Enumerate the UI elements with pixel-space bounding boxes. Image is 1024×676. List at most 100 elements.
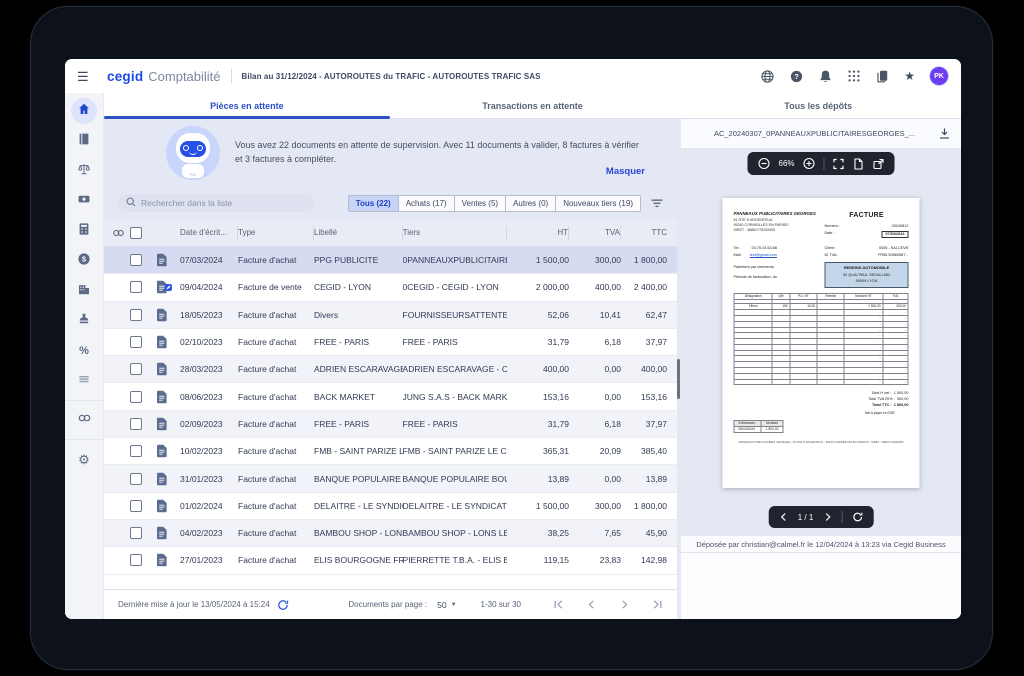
row-checkbox[interactable] xyxy=(130,445,142,457)
sidebar-item-payments[interactable] xyxy=(71,188,97,214)
table-row[interactable]: 18/05/2023Facture d'achatDiversFOURNISSE… xyxy=(104,302,677,329)
column-libelle[interactable]: Libellé xyxy=(314,226,403,240)
sidebar-item-balance[interactable] xyxy=(71,158,97,184)
invoice-preview[interactable]: PANNEAUX PUBLICITAIRES GEORGES 61 RTE D … xyxy=(723,198,920,488)
sidebar-item-home[interactable] xyxy=(71,98,97,124)
last-page-button[interactable] xyxy=(652,599,663,610)
column-ttc[interactable]: TTC xyxy=(621,226,677,240)
row-checkbox[interactable] xyxy=(130,554,142,566)
row-type: Facture d'achat xyxy=(238,310,314,320)
table-row[interactable]: 02/09/2023Facture d'achatFREE - PARISFRE… xyxy=(104,411,677,438)
row-checkbox[interactable] xyxy=(130,527,142,539)
help-icon[interactable]: ? xyxy=(789,69,804,84)
next-page-button[interactable] xyxy=(619,599,630,610)
row-checkbox[interactable] xyxy=(130,391,142,403)
invoice-company: PANNEAUX PUBLICITAIRES GEORGES xyxy=(734,211,816,218)
zoom-out-icon[interactable] xyxy=(757,157,770,170)
column-ht[interactable]: HT xyxy=(507,226,569,240)
column-date[interactable]: Date d'écrit... xyxy=(180,226,238,240)
row-type: Facture d'achat xyxy=(238,501,314,511)
filter-chip[interactable]: Tous (22) xyxy=(348,195,399,212)
library-icon[interactable] xyxy=(875,69,890,84)
rotate-icon[interactable] xyxy=(851,511,863,523)
refresh-icon[interactable] xyxy=(277,599,289,611)
sidebar-item-rates[interactable]: % xyxy=(71,338,97,364)
table-row[interactable]: 04/02/2023Facture d'achatBAMBOU SHOP - L… xyxy=(104,520,677,547)
row-checkbox[interactable] xyxy=(130,336,142,348)
tab-pieces-en-attente[interactable]: Pièces en attente xyxy=(104,93,390,118)
row-libelle: BACK MARKET xyxy=(314,392,403,402)
zoom-toolbar: 66% xyxy=(747,152,894,175)
favorites-star-icon[interactable]: ★ xyxy=(904,70,915,82)
filter-row: Tous (22)Achats (17)Ventes (5)Autres (0)… xyxy=(104,187,677,219)
edit-badge-icon xyxy=(165,284,172,291)
filter-chip[interactable]: Autres (0) xyxy=(505,195,556,212)
sidebar-divider xyxy=(65,400,104,401)
tab-transactions-en-attente[interactable]: Transactions en attente xyxy=(390,93,676,118)
row-type: Facture d'achat xyxy=(238,255,314,265)
table-row[interactable]: 09/04/2024Facture de venteCEGID - LYON0C… xyxy=(104,274,677,301)
table-row[interactable]: 07/03/2024Facture d'achatPPG PUBLICITE0P… xyxy=(104,247,677,274)
sidebar-item-company[interactable] xyxy=(71,278,97,304)
select-all-checkbox[interactable] xyxy=(130,227,142,239)
sidebar-item-list[interactable] xyxy=(71,368,97,394)
column-tiers[interactable]: Tiers xyxy=(403,226,507,240)
link-column-icon xyxy=(112,228,130,238)
table-row[interactable]: 31/01/2023Facture d'achatBANQUE POPULAIR… xyxy=(104,465,677,492)
row-checkbox[interactable] xyxy=(130,500,142,512)
column-tva[interactable]: TVA xyxy=(569,226,621,240)
user-avatar[interactable]: PK xyxy=(929,66,949,86)
product-name: Comptabilité xyxy=(148,69,220,84)
table-row[interactable]: 01/02/2024Facture d'achatDELAITRE - LE S… xyxy=(104,493,677,520)
sidebar-item-links[interactable] xyxy=(71,407,97,433)
sidebar-item-stamp[interactable] xyxy=(71,308,97,334)
table-row[interactable]: 08/06/2023Facture d'achatBACK MARKETJUNG… xyxy=(104,383,677,410)
sidebar-item-settings[interactable]: ⚙ xyxy=(71,446,97,472)
sidebar-item-currency[interactable]: $ xyxy=(71,248,97,274)
row-ttc: 1 800,00 xyxy=(621,255,677,265)
prev-page-button[interactable] xyxy=(586,599,597,610)
zoom-in-icon[interactable] xyxy=(803,157,816,170)
document-page-icon[interactable] xyxy=(853,158,865,170)
row-checkbox[interactable] xyxy=(130,281,142,293)
fullscreen-icon[interactable] xyxy=(833,158,845,170)
row-checkbox[interactable] xyxy=(130,254,142,266)
search-box[interactable] xyxy=(118,194,314,212)
table-row[interactable]: 02/10/2023Facture d'achatFREE - PARISFRE… xyxy=(104,329,677,356)
table-row[interactable]: 28/03/2023Facture d'achatADRIEN ESCARAVA… xyxy=(104,356,677,383)
sidebar-item-calculator[interactable] xyxy=(71,218,97,244)
apps-grid-icon[interactable] xyxy=(847,69,861,83)
table-header: Date d'écrit... Type Libellé Tiers HT TV… xyxy=(104,219,677,247)
row-tiers: FREE - PARIS xyxy=(403,419,507,429)
hide-banner-link[interactable]: Masquer xyxy=(606,166,645,177)
row-checkbox[interactable] xyxy=(130,363,142,375)
first-page-button[interactable] xyxy=(553,599,564,610)
table-row[interactable]: 27/01/2023Facture d'achatELIS BOURGOGNE … xyxy=(104,547,677,574)
document-icon xyxy=(156,444,180,458)
table-row[interactable]: 10/02/2023Facture d'achatFMB - SAINT PAR… xyxy=(104,438,677,465)
row-tiers: 0CEGID - CEGID - LYON xyxy=(403,282,507,292)
per-page-select[interactable]: 50▼ xyxy=(437,600,456,610)
prev-doc-page-icon[interactable] xyxy=(779,512,789,522)
brand-logo: cegid xyxy=(107,69,143,84)
row-libelle: ADRIEN ESCARAVAGE - CAR... xyxy=(314,364,403,374)
filter-chip[interactable]: Nouveaux tiers (19) xyxy=(555,195,641,212)
tab-tous-les-depots[interactable]: Tous les dépôts xyxy=(675,93,961,118)
next-doc-page-icon[interactable] xyxy=(822,512,832,522)
row-tiers: BAMBOU SHOP - LONS LE S... xyxy=(403,528,507,538)
scrollbar-thumb[interactable] xyxy=(677,359,680,399)
column-type[interactable]: Type xyxy=(238,226,314,240)
row-checkbox[interactable] xyxy=(130,473,142,485)
menu-hamburger-icon[interactable]: ☰ xyxy=(77,70,93,83)
filter-chip[interactable]: Ventes (5) xyxy=(454,195,506,212)
row-checkbox[interactable] xyxy=(130,309,142,321)
download-icon[interactable] xyxy=(938,127,951,140)
open-external-icon[interactable] xyxy=(873,158,885,170)
globe-icon[interactable] xyxy=(760,69,775,84)
search-input[interactable] xyxy=(141,198,291,208)
sidebar-item-journal[interactable] xyxy=(71,128,97,154)
filter-chip[interactable]: Achats (17) xyxy=(398,195,455,212)
filter-icon[interactable] xyxy=(651,198,663,209)
row-checkbox[interactable] xyxy=(130,418,142,430)
notifications-bell-icon[interactable] xyxy=(818,69,833,84)
